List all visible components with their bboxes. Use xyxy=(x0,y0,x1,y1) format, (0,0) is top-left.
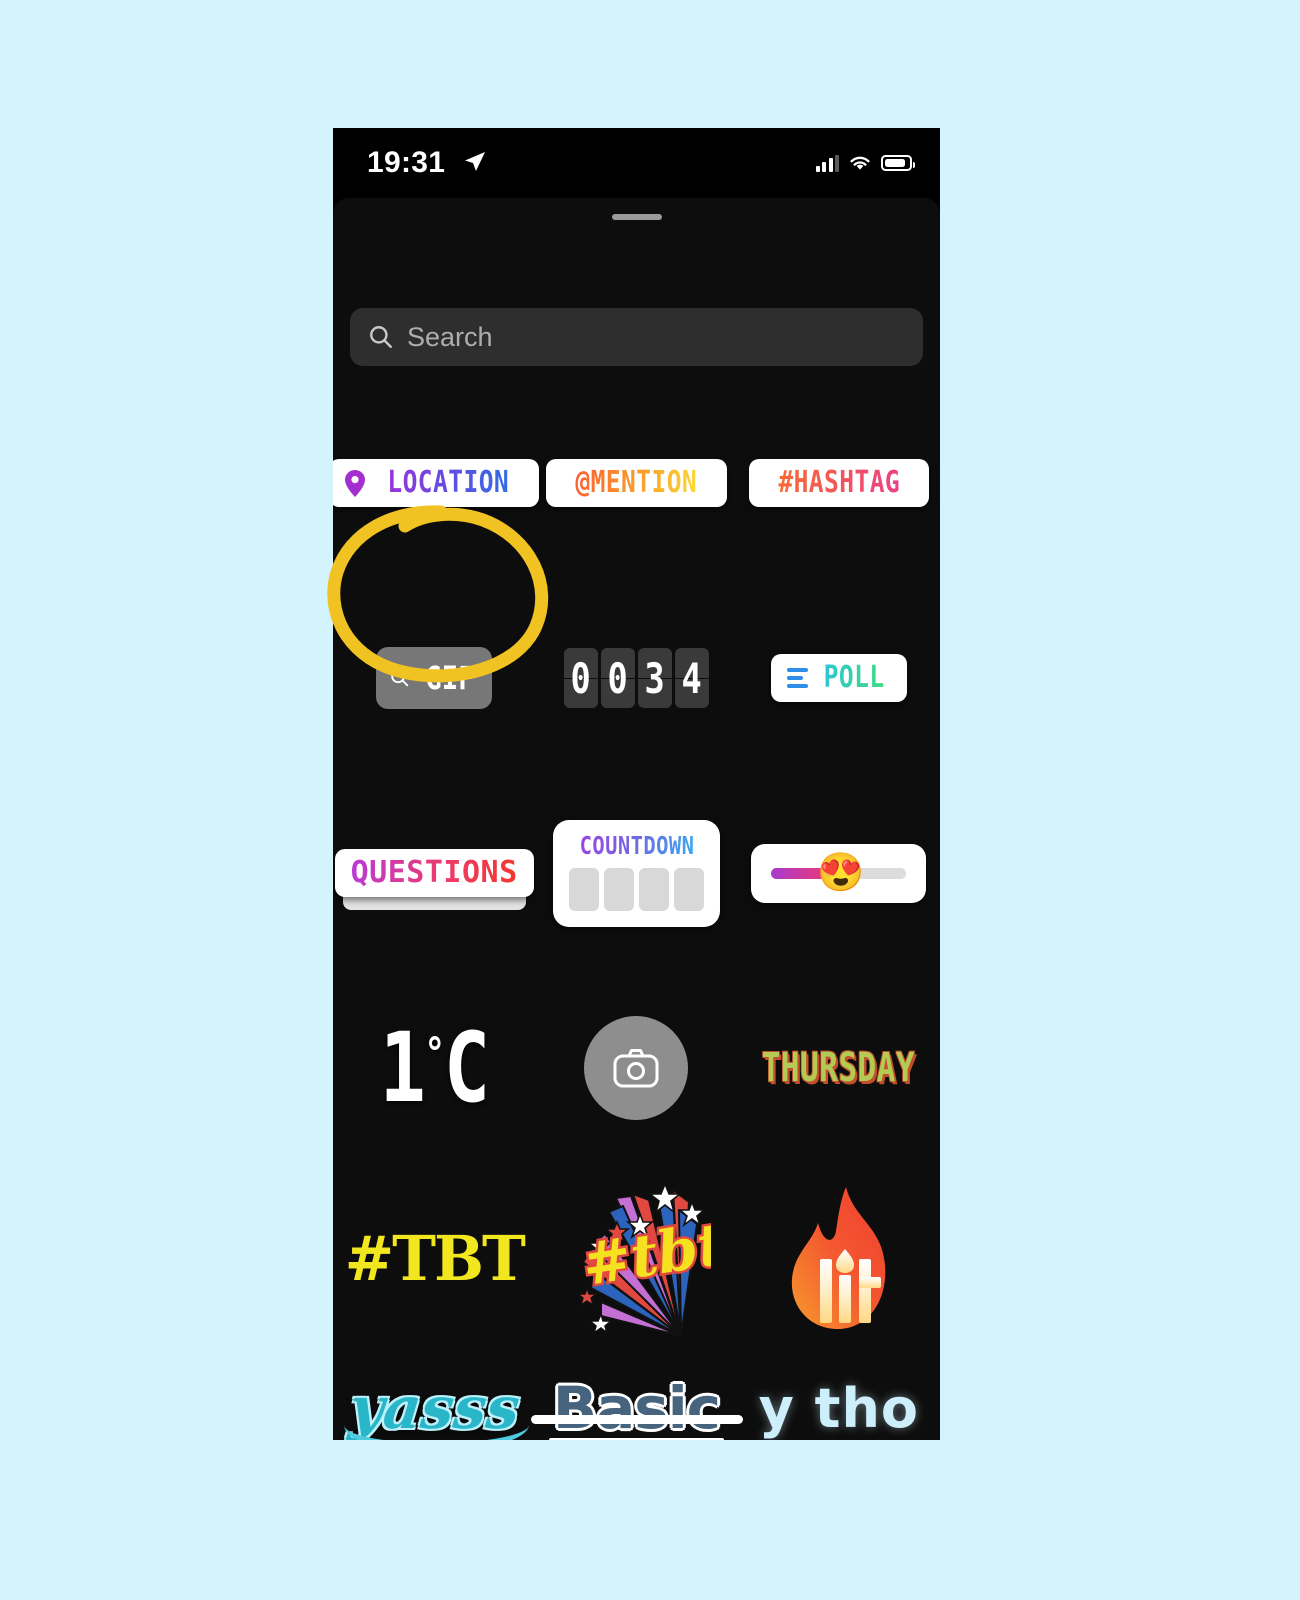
countdown-digit-value: 4 xyxy=(681,653,703,703)
camera-icon xyxy=(613,1049,659,1088)
sticker-cell-mention[interactable]: @MENTION xyxy=(541,423,731,543)
location-sticker[interactable]: LOCATION xyxy=(333,459,539,507)
sticker-row-6: yasss Basic y tho xyxy=(333,1353,940,1440)
search-bar[interactable]: Search xyxy=(350,308,923,366)
countdown-digit: 4 xyxy=(674,648,709,708)
weekday-sticker[interactable]: THURSDAY xyxy=(762,1045,915,1091)
countdown-tile xyxy=(603,867,634,911)
poll-sticker[interactable]: POLL xyxy=(770,654,907,702)
countdown-placeholder-tiles xyxy=(568,867,704,911)
sticker-cell-yasss[interactable]: yasss xyxy=(339,1348,529,1440)
map-pin-icon xyxy=(345,469,366,497)
countdown-digit-value: 0 xyxy=(570,653,592,703)
countdown-tile xyxy=(568,867,599,911)
search-icon xyxy=(391,669,409,687)
location-arrow-icon xyxy=(465,152,485,171)
hashtag-sticker-label: #HASHTAG xyxy=(777,465,900,500)
ytho-sticker[interactable]: y tho xyxy=(759,1377,919,1440)
temperature-value: 1 xyxy=(379,1012,426,1124)
sticker-cell-weekday[interactable]: THURSDAY xyxy=(744,1008,934,1128)
sticker-cell-basic[interactable]: Basic xyxy=(541,1348,731,1440)
status-bar-clock: 19:31 xyxy=(367,146,446,179)
tbt-burst-sticker[interactable]: #tbt xyxy=(561,1176,711,1341)
sticker-cell-camera[interactable] xyxy=(541,1008,731,1128)
countdown-tile xyxy=(638,867,669,911)
cellular-signal-icon xyxy=(815,154,839,172)
sticker-row-5: #TBT #tbt xyxy=(333,1173,940,1343)
sticker-cell-countdown-digits[interactable]: 0 0 3 4 xyxy=(541,618,731,738)
gif-sticker-button[interactable]: GIF xyxy=(376,647,493,709)
svg-text:#tbt: #tbt xyxy=(578,1209,711,1299)
sticker-cell-tbt-burst[interactable]: #tbt xyxy=(541,1181,731,1337)
sheet-grabber-handle[interactable] xyxy=(611,214,662,220)
status-bar: 19:31 xyxy=(333,128,940,198)
sticker-tray-sheet: Search LOCATION @MENTION #HASHTAG GIF 0 … xyxy=(333,198,940,1440)
sticker-row-3: QUESTIONS COUNTDOWN 😍 xyxy=(333,803,940,943)
sticker-row-1: LOCATION @MENTION #HASHTAG xyxy=(333,423,940,543)
countdown-tile xyxy=(673,867,704,911)
poll-bars-icon xyxy=(786,668,808,688)
camera-sticker-button[interactable] xyxy=(584,1016,689,1120)
sticker-row-2: GIF 0 0 3 4 POLL xyxy=(333,618,940,738)
tbt-text-sticker[interactable]: #TBT xyxy=(345,1222,526,1295)
sticker-cell-tbt-plain[interactable]: #TBT xyxy=(339,1198,529,1318)
basic-sticker-label: Basic xyxy=(552,1374,721,1440)
yasss-sticker[interactable]: yasss xyxy=(340,1374,529,1440)
mention-sticker[interactable]: @MENTION xyxy=(546,459,727,507)
countdown-digit: 0 xyxy=(563,648,598,708)
battery-icon xyxy=(881,155,915,171)
poll-sticker-label: POLL xyxy=(823,660,885,695)
yasss-swoosh-underline xyxy=(340,1425,529,1440)
basic-underline xyxy=(548,1438,725,1440)
sticker-cell-poll[interactable]: POLL xyxy=(744,618,934,738)
countdown-sticker[interactable]: COUNTDOWN xyxy=(552,819,721,927)
slider-emoji-handle[interactable]: 😍 xyxy=(817,854,864,892)
temperature-sticker[interactable]: 1°C xyxy=(380,1020,490,1116)
search-input[interactable]: Search xyxy=(407,322,493,353)
countdown-digit: 3 xyxy=(637,648,672,708)
countdown-digit-value: 0 xyxy=(607,653,629,703)
questions-sticker[interactable]: QUESTIONS xyxy=(334,849,534,910)
emoji-slider-sticker[interactable]: 😍 xyxy=(751,843,927,903)
search-icon xyxy=(370,326,392,348)
countdown-digits-sticker[interactable]: 0 0 3 4 xyxy=(563,648,709,708)
sticker-cell-ytho[interactable]: y tho xyxy=(744,1348,934,1440)
wifi-icon xyxy=(850,156,870,170)
location-sticker-label: LOCATION xyxy=(387,465,510,500)
sticker-cell-questions[interactable]: QUESTIONS xyxy=(334,813,534,933)
questions-sticker-label: QUESTIONS xyxy=(350,855,518,890)
hashtag-sticker[interactable]: #HASHTAG xyxy=(748,459,930,507)
sticker-cell-location[interactable]: LOCATION xyxy=(333,423,539,543)
sticker-cell-hashtag[interactable]: #HASHTAG xyxy=(744,423,934,543)
degree-symbol: ° xyxy=(424,1028,445,1079)
sticker-cell-countdown[interactable]: COUNTDOWN xyxy=(541,813,731,933)
countdown-digit: 0 xyxy=(600,648,635,708)
lit-flame-sticker[interactable] xyxy=(784,1183,894,1333)
home-indicator xyxy=(530,1415,743,1424)
sticker-cell-lit[interactable] xyxy=(744,1187,934,1329)
sticker-cell-temperature[interactable]: 1°C xyxy=(339,1008,529,1128)
phone-screen: 19:31 Search LOCATION @MENTION #HASHTAG … xyxy=(333,128,940,1440)
basic-sticker[interactable]: Basic xyxy=(548,1374,725,1440)
mention-sticker-label: @MENTION xyxy=(575,465,698,500)
countdown-digit-value: 3 xyxy=(644,653,666,703)
temperature-unit: C xyxy=(443,1012,490,1124)
questions-card-front: QUESTIONS xyxy=(334,849,534,897)
gif-sticker-label: GIF xyxy=(425,659,475,697)
status-bar-indicators xyxy=(815,150,915,176)
sticker-row-4: 1°C THURSDAY xyxy=(333,993,940,1143)
countdown-sticker-label: COUNTDOWN xyxy=(579,830,694,860)
sticker-cell-emoji-slider[interactable]: 😍 xyxy=(744,813,934,933)
sticker-cell-gif[interactable]: GIF xyxy=(339,618,529,738)
